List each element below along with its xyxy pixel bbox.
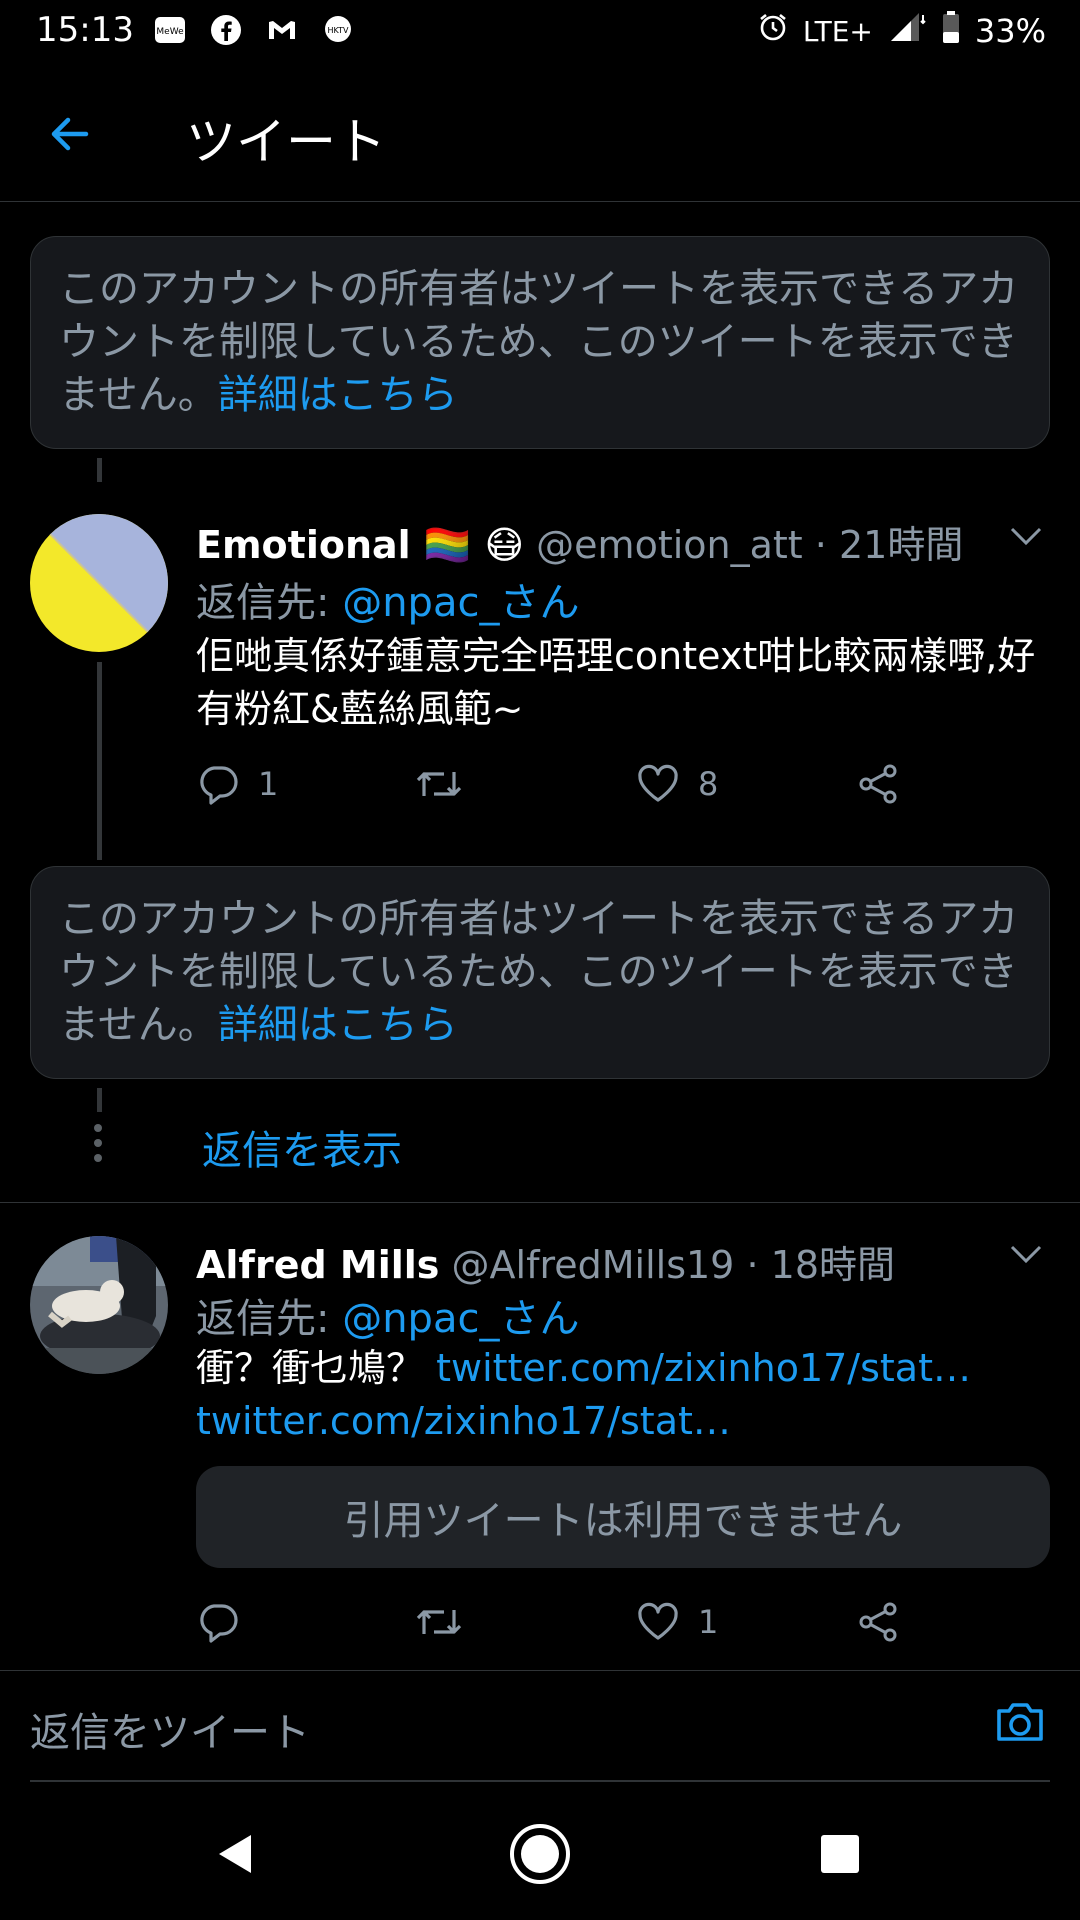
avatar[interactable] xyxy=(30,1236,168,1374)
tweet-text: 衝？衝乜鳩？ twitter.com/zixinho17/stat… twitt… xyxy=(196,1342,1036,1448)
svg-text:MeWe: MeWe xyxy=(156,27,184,37)
tweet-text-content: 衝？衝乜鳩？ xyxy=(196,1346,437,1390)
restricted-text: このアカウントの所有者はツイートを表示できるアカウントを制限しているため、このツ… xyxy=(59,266,1019,418)
square-recents-icon xyxy=(821,1835,859,1873)
reply-icon xyxy=(200,1604,238,1643)
retweet-button[interactable] xyxy=(414,1592,464,1652)
mention-link[interactable]: @npac_さん xyxy=(342,1296,579,1342)
like-count: 8 xyxy=(698,765,719,803)
restricted-text: このアカウントの所有者はツイートを表示できるアカウントを制限しているため、このツ… xyxy=(59,896,1019,1048)
reply-count: 1 xyxy=(258,765,279,803)
svg-text:HKTV: HKTV xyxy=(328,26,350,35)
tweet-menu-button[interactable] xyxy=(1006,1234,1046,1274)
alarm-icon xyxy=(757,11,789,51)
nav-back-button[interactable] xyxy=(196,1814,276,1894)
tweet-text: 佢哋真係好鍾意完全唔理context咁比較兩樣嘢,好有粉紅&藍絲風範~ xyxy=(196,634,1036,731)
page-title: ツイート xyxy=(186,113,386,171)
restricted-tweet-notice: このアカウントの所有者はツイートを表示できるアカウントを制限しているため、このツ… xyxy=(30,236,1050,449)
username[interactable]: @emotion_att xyxy=(536,523,803,567)
camera-icon xyxy=(997,1703,1043,1741)
hktv-icon: HKTV xyxy=(320,12,356,48)
gmail-icon xyxy=(264,12,300,48)
screen: 15:13 MeWe HKTV LTE+ 33% ツイート このアカウントの所有… xyxy=(0,0,1080,1920)
chevron-down-icon xyxy=(1010,527,1042,546)
timestamp: 18時間 xyxy=(770,1243,895,1287)
share-button[interactable] xyxy=(856,1592,900,1652)
show-replies-link[interactable]: 返信を表示 xyxy=(202,1118,402,1176)
reply-prefix: 返信先: xyxy=(196,580,343,626)
reply-input[interactable]: 返信をツイート xyxy=(30,1700,310,1758)
learn-more-link[interactable]: 詳細はこちら xyxy=(218,1002,458,1048)
reply-button[interactable]: 1 xyxy=(196,754,278,814)
status-right: LTE+ 33% xyxy=(757,10,1046,52)
share-icon xyxy=(859,1602,897,1642)
reply-button[interactable] xyxy=(196,1592,240,1652)
avatar[interactable] xyxy=(30,514,168,652)
camera-button[interactable] xyxy=(990,1692,1050,1752)
share-button[interactable] xyxy=(856,754,900,814)
network-type: LTE+ xyxy=(802,14,873,48)
thread-line xyxy=(97,1088,102,1112)
separator: · xyxy=(746,1243,759,1287)
battery-percent: 33% xyxy=(974,12,1046,50)
notification-icons: MeWe HKTV xyxy=(152,12,356,48)
tweet-header: Alfred Mills @AlfredMills19 · 18時間 xyxy=(196,1234,895,1289)
circle-home-icon xyxy=(510,1824,570,1884)
tweet-link[interactable]: twitter.com/zixinho17/stat… xyxy=(196,1399,731,1443)
divider xyxy=(0,1202,1080,1203)
reply-icon xyxy=(200,766,238,805)
reply-context: 返信先: @npac_さん xyxy=(196,570,579,628)
signal-icon xyxy=(887,11,927,51)
like-button[interactable]: 8 xyxy=(636,754,718,814)
chevron-down-icon xyxy=(1010,1245,1042,1264)
status-time: 15:13 xyxy=(36,10,134,50)
back-button[interactable] xyxy=(40,104,100,164)
quote-unavailable-text: 引用ツイートは利用できません xyxy=(343,1498,903,1544)
nav-home-button[interactable] xyxy=(500,1814,580,1894)
share-icon xyxy=(859,764,897,804)
quote-unavailable-card: 引用ツイートは利用できません xyxy=(196,1466,1050,1568)
thread-line xyxy=(97,458,102,482)
mewe-icon: MeWe xyxy=(152,12,188,48)
tweet-link[interactable]: twitter.com/zixinho17/stat… xyxy=(436,1346,971,1390)
triangle-back-icon xyxy=(219,1835,251,1873)
mention-link[interactable]: @npac_さん xyxy=(342,580,579,626)
timestamp: 21時間 xyxy=(838,523,964,567)
more-replies-dots xyxy=(94,1124,104,1169)
tweet-header: Emotional 🏳️‍🌈 😷 @emotion_att · 21時間 xyxy=(196,514,963,569)
thread-line xyxy=(97,662,102,860)
arrow-left-icon xyxy=(51,117,89,151)
heart-icon xyxy=(638,1602,678,1640)
retweet-icon xyxy=(416,772,462,796)
status-bar: 15:13 MeWe HKTV LTE+ 33% xyxy=(0,0,1080,64)
reply-bar: 返信をツイート xyxy=(0,1670,1080,1782)
learn-more-link[interactable]: 詳細はこちら xyxy=(218,372,458,418)
display-name[interactable]: Alfred Mills xyxy=(196,1243,439,1287)
tweet-actions: 1 xyxy=(196,1592,956,1652)
retweet-icon xyxy=(416,1610,462,1634)
separator: · xyxy=(814,523,827,567)
display-name[interactable]: Emotional 🏳️‍🌈 😷 xyxy=(196,523,524,567)
reply-context: 返信先: @npac_さん xyxy=(196,1286,579,1344)
restricted-tweet-notice: このアカウントの所有者はツイートを表示できるアカウントを制限しているため、このツ… xyxy=(30,866,1050,1079)
system-nav-bar xyxy=(0,1782,1080,1920)
facebook-icon xyxy=(208,12,244,48)
nav-recents-button[interactable] xyxy=(800,1814,880,1894)
like-count: 1 xyxy=(698,1603,719,1641)
retweet-button[interactable] xyxy=(414,754,464,814)
username[interactable]: @AlfredMills19 xyxy=(452,1243,735,1287)
header: ツイート xyxy=(0,64,1080,202)
like-button[interactable]: 1 xyxy=(636,1592,718,1652)
tweet-actions: 1 8 xyxy=(196,754,956,814)
reply-prefix: 返信先: xyxy=(196,1296,343,1342)
heart-icon xyxy=(638,764,678,802)
battery-icon xyxy=(941,10,961,52)
tweet-menu-button[interactable] xyxy=(1006,516,1046,556)
